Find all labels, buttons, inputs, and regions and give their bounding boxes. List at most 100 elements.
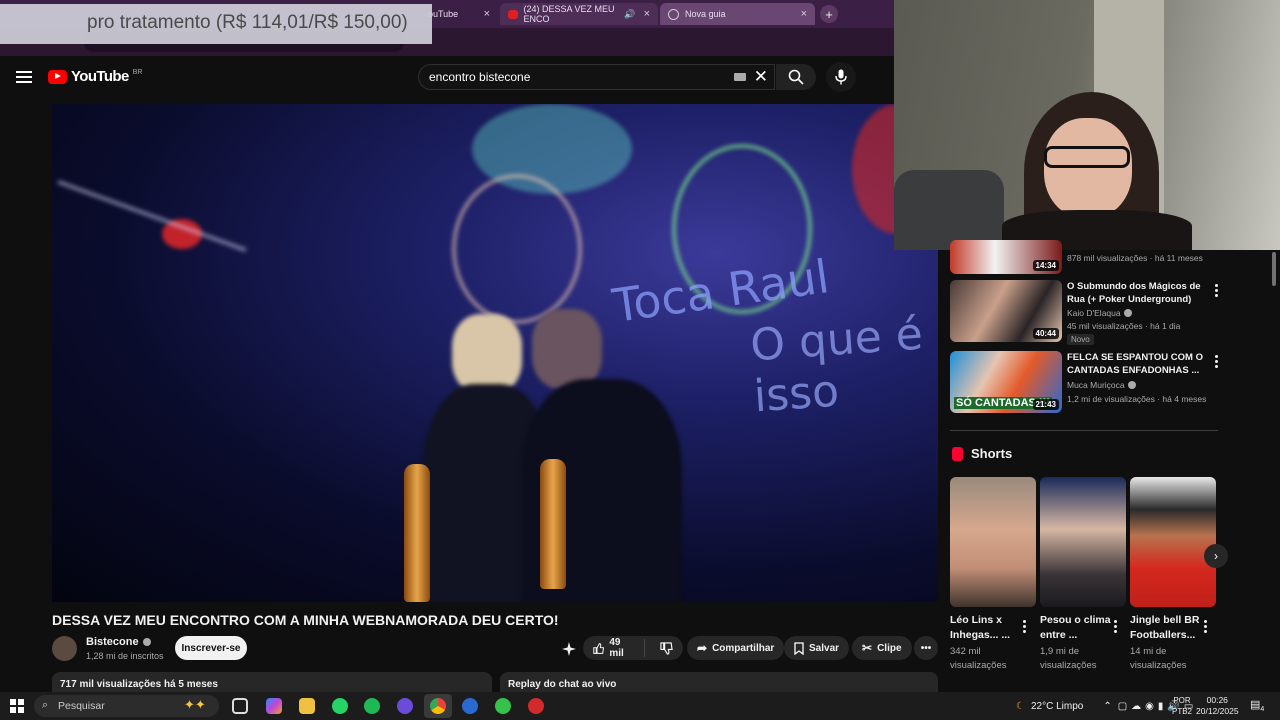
youtube-logo[interactable]: YouTube BR	[48, 68, 142, 85]
search-query: encontro bistecone	[429, 70, 531, 84]
chevron-up-icon[interactable]: ⌃	[1103, 701, 1111, 712]
description-box[interactable]: 717 mil visualizações há 5 meses	[52, 672, 492, 694]
shorts-heading-text: Shorts	[971, 446, 1013, 461]
more-vert-icon[interactable]	[1114, 620, 1117, 633]
obs-icon[interactable]	[528, 698, 544, 714]
taskbar-search[interactable]: ⌕ Pesquisar ✦✦	[34, 695, 219, 717]
bookmark-icon	[794, 641, 804, 655]
short-title[interactable]: Jingle bell BR Footballers...	[1130, 613, 1208, 643]
video-thumbnail[interactable]: 40:44	[950, 280, 1062, 342]
globe-icon	[668, 8, 679, 20]
channel-name[interactable]: Muca Muriçoca	[1067, 380, 1136, 390]
short-thumbnail[interactable]	[1040, 477, 1126, 607]
channel-name[interactable]: Kaio D'Elaqua	[1067, 308, 1132, 318]
like-button[interactable]: 49 mil	[583, 637, 645, 659]
notifications-icon[interactable]: ▤4	[1250, 698, 1264, 713]
chevron-right-icon[interactable]: ›	[1204, 544, 1228, 568]
copilot-icon[interactable]	[266, 698, 282, 714]
whatsapp-icon[interactable]	[332, 698, 348, 714]
discord-icon[interactable]	[397, 698, 413, 714]
light-beam	[57, 179, 247, 253]
taskbar: ⌕ Pesquisar ✦✦ ☾ 22°C Limpo ⌃ ▢☁◉▮🔊▭ POR…	[0, 692, 1280, 720]
short-title[interactable]: Léo Lins x Inhegas... ...	[950, 613, 1028, 643]
share-button[interactable]: ➦ Compartilhar	[687, 636, 785, 660]
tab-current-video[interactable]: (24) DESSA VEZ MEU ENCO 🔊 ×	[500, 3, 658, 25]
avatar[interactable]	[52, 636, 77, 661]
video-title[interactable]: FELCA SE ESPANTOU COM O CANTADAS ENFADON…	[1067, 351, 1207, 377]
keyboard-layout: PTB2	[1172, 707, 1193, 716]
voice-search-button[interactable]	[826, 62, 856, 92]
subscribe-button[interactable]: Inscrever-se	[175, 636, 247, 660]
beer-bottle	[404, 464, 430, 602]
video-meta: 878 mil visualizações · há 11 meses	[1067, 253, 1203, 263]
app-icon[interactable]	[462, 698, 478, 714]
shorts-heading: Shorts	[952, 446, 1012, 461]
sparkle-ask-icon[interactable]	[562, 642, 576, 656]
chair	[894, 170, 1004, 250]
duration-badge: 21:43	[1032, 399, 1059, 410]
search-icon: ⌕	[42, 699, 49, 711]
new-badge: Novo	[1067, 334, 1094, 345]
video-title: DESSA VEZ MEU ENCONTRO COM A MINHA WEBNA…	[52, 612, 559, 628]
scrollbar[interactable]	[1272, 252, 1276, 286]
search-button[interactable]	[776, 64, 816, 90]
recommendation-item[interactable]: SÓ CANTADAS !!! 21:43 FELCA SE ESPANTOU …	[950, 351, 1230, 415]
task-view-icon[interactable]	[232, 698, 248, 714]
more-vert-icon[interactable]	[1215, 355, 1218, 368]
more-vert-icon[interactable]	[1023, 620, 1026, 633]
recommendation-item[interactable]: 40:44 O Submundo dos Mágicos de Rua (+ P…	[950, 280, 1230, 346]
keyboard-icon[interactable]	[734, 73, 746, 81]
short-thumbnail[interactable]	[1130, 477, 1216, 607]
weather-text[interactable]: 22°C Limpo	[1031, 701, 1083, 712]
speaker-icon[interactable]: 🔊	[624, 9, 635, 20]
close-icon[interactable]: ×	[484, 8, 490, 20]
new-tab-button[interactable]: +	[820, 5, 838, 23]
chat-replay-panel[interactable]: Replay do chat ao vivo	[500, 672, 938, 694]
video-thumbnail[interactable]: 14:34	[950, 240, 1062, 274]
chrome-icon[interactable]	[430, 698, 446, 714]
search-input[interactable]: encontro bistecone ✕	[418, 64, 775, 90]
channel-name[interactable]: Bistecone	[86, 636, 151, 648]
clip-button[interactable]: ✂ Clipe	[852, 636, 912, 660]
close-icon[interactable]: ×	[644, 8, 650, 20]
windows-start-icon[interactable]	[10, 699, 24, 713]
tab-label: (24) DESSA VEZ MEU ENCO	[523, 4, 615, 24]
clock-time: 00:26	[1206, 695, 1228, 705]
video-title[interactable]: O Submundo dos Mágicos de Rua (+ Poker U…	[1067, 280, 1207, 306]
app-icon[interactable]	[495, 698, 511, 714]
subscriber-count: 1,28 mi de inscritos	[86, 651, 164, 661]
microphone-icon	[835, 69, 847, 85]
file-explorer-icon[interactable]	[299, 698, 315, 714]
close-icon[interactable]: ×	[801, 8, 807, 20]
video-thumbnail[interactable]: SÓ CANTADAS !!! 21:43	[950, 351, 1062, 413]
more-vert-icon[interactable]	[1215, 284, 1218, 297]
video-meta: 45 mil visualizações · há 1 dia	[1067, 321, 1181, 331]
verified-icon	[142, 638, 151, 646]
save-label: Salvar	[809, 642, 840, 654]
person-face	[1044, 118, 1132, 218]
menu-icon[interactable]	[16, 71, 32, 83]
more-vert-icon[interactable]	[1204, 620, 1207, 633]
thumbs-up-icon	[593, 642, 605, 654]
more-actions-button[interactable]: •••	[914, 636, 938, 660]
short-views: 14 mi de visualizações	[1130, 646, 1187, 671]
tab-new[interactable]: Nova guia ×	[660, 3, 815, 25]
taskbar-search-text: Pesquisar	[58, 700, 105, 712]
graffiti-text: O que é isso	[748, 308, 925, 423]
clock[interactable]: 00:26 20/12/2025	[1196, 695, 1239, 717]
share-icon: ➦	[697, 641, 708, 655]
short-title[interactable]: Pesou o clima entre ...	[1040, 613, 1118, 643]
channel-name-text: Bistecone	[86, 636, 139, 648]
beer-bottle	[540, 459, 566, 589]
short-thumbnail[interactable]	[950, 477, 1036, 607]
save-button[interactable]: Salvar	[784, 636, 850, 660]
search-icon	[788, 69, 804, 85]
video-player[interactable]: Toca Raul O que é isso	[52, 104, 938, 602]
dislike-button[interactable]	[650, 641, 683, 655]
language-indicator[interactable]: POR PTB2	[1172, 695, 1192, 717]
weather-icon[interactable]: ☾	[1016, 701, 1025, 712]
tab-label: Nova guia	[685, 9, 726, 19]
clear-search-icon[interactable]: ✕	[754, 67, 768, 87]
recommendation-item[interactable]: 14:34 878 mil visualizações · há 11 mese…	[950, 240, 1230, 274]
spotify-icon[interactable]	[364, 698, 380, 714]
